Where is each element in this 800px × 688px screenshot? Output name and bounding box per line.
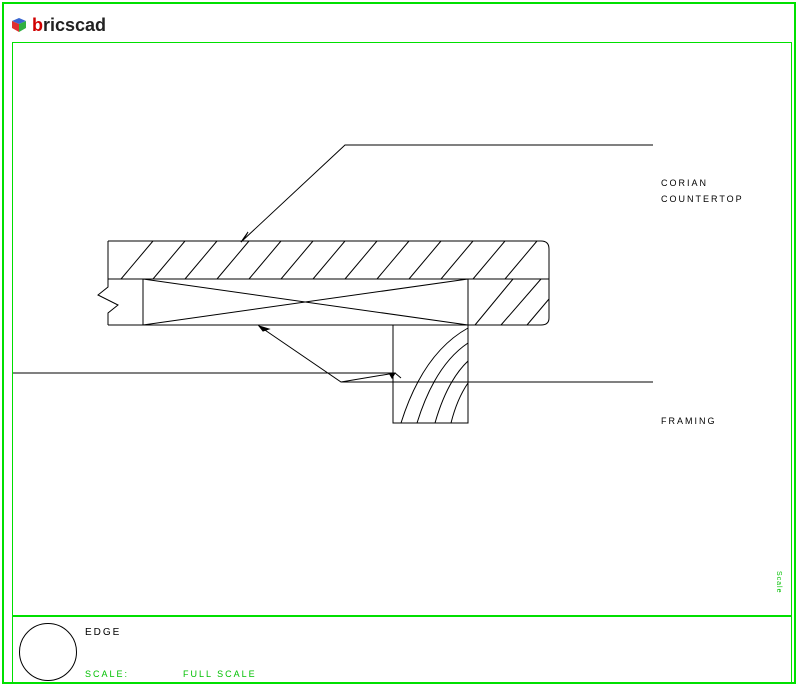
- app-logo-text: bricscad: [32, 15, 106, 36]
- annotation-corian: CORIAN COUNTERTOP: [661, 175, 744, 207]
- logo-letter-b: b: [32, 15, 43, 35]
- app-logo: bricscad: [10, 10, 106, 40]
- scale-value: FULL SCALE: [183, 669, 257, 679]
- scale-label: SCALE:: [85, 669, 129, 679]
- title-marker-circle: [19, 623, 77, 681]
- logo-rest: ricscad: [43, 15, 106, 35]
- annotation-corian-line1: CORIAN: [661, 175, 744, 191]
- side-scale-text: Scale: [775, 571, 782, 594]
- annotation-framing: FRAMING: [661, 413, 717, 429]
- bricscad-icon: [10, 16, 28, 34]
- drawing-viewport[interactable]: CORIAN COUNTERTOP FRAMING: [12, 42, 792, 616]
- outer-frame: bricscad: [2, 2, 796, 684]
- title-block: EDGE SCALE: FULL SCALE: [12, 616, 792, 684]
- cad-drawing: [13, 43, 791, 615]
- annotation-corian-line2: COUNTERTOP: [661, 191, 744, 207]
- annotation-framing-text: FRAMING: [661, 416, 717, 426]
- drawing-title: EDGE: [85, 627, 121, 638]
